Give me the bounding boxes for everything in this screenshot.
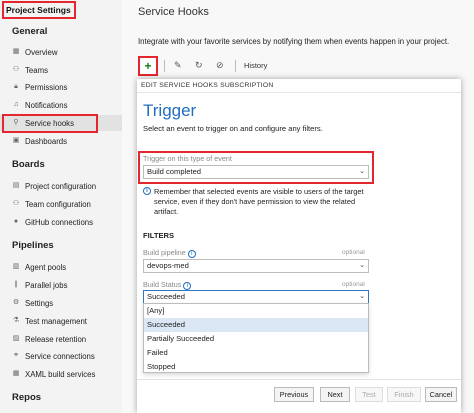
test-button[interactable]: Test bbox=[355, 387, 383, 402]
finish-button[interactable]: Finish bbox=[387, 387, 421, 402]
trigger-label: Trigger on this type of event bbox=[143, 154, 232, 163]
section-heading-boards: Boards bbox=[12, 159, 45, 170]
build-pipeline-optional: optional bbox=[342, 249, 365, 256]
agent-pool-icon: ▥ bbox=[12, 263, 20, 270]
intro-text: Integrate with your favorite services by… bbox=[138, 37, 450, 46]
build-status-option-failed[interactable]: Failed bbox=[144, 346, 368, 360]
info-icon[interactable]: i bbox=[183, 282, 192, 290]
retention-icon: ▨ bbox=[12, 335, 20, 342]
build-pipeline-label: Build pipeline bbox=[143, 248, 186, 257]
build-status-option-succeeded[interactable]: Succeeded bbox=[144, 318, 368, 332]
section-heading-repos: Repos bbox=[12, 392, 42, 403]
sidebar-item-teams[interactable]: ⚇ Teams bbox=[0, 62, 122, 78]
sidebar-item-label: Agent pools bbox=[25, 262, 67, 272]
sidebar-item-label: Parallel jobs bbox=[25, 280, 68, 290]
build-status-label-row: Build Status i bbox=[143, 280, 192, 290]
team-config-icon: ⚇ bbox=[12, 200, 20, 207]
sidebar-item-label: Settings bbox=[25, 298, 54, 308]
sidebar-item-dashboards[interactable]: ▣ Dashboards bbox=[0, 133, 122, 149]
chevron-down-icon: ⌄ bbox=[359, 262, 365, 269]
edit-subscription-dialog: EDIT SERVICE HOOKS SUBSCRIPTION Trigger … bbox=[137, 79, 461, 413]
github-icon: ● bbox=[13, 218, 19, 225]
dialog-title: Trigger bbox=[143, 101, 197, 120]
sidebar-item-label: XAML build services bbox=[25, 369, 96, 379]
build-status-option-any[interactable]: [Any] bbox=[144, 304, 368, 318]
pencil-icon[interactable]: ✎ bbox=[174, 60, 182, 71]
sidebar-item-team-configuration[interactable]: ⚇ Team configuration bbox=[0, 196, 122, 212]
next-button[interactable]: Next bbox=[320, 387, 350, 402]
build-status-value: Succeeded bbox=[147, 292, 185, 301]
sidebar-item-label: Service connections bbox=[25, 351, 95, 361]
build-status-select[interactable]: Succeeded ⌄ bbox=[143, 290, 369, 304]
sidebar-item-label: Release retention bbox=[25, 334, 87, 344]
sidebar-item-label: Team configuration bbox=[25, 199, 91, 209]
chevron-down-icon: ⌄ bbox=[359, 293, 365, 300]
lock-icon: 🔒︎ bbox=[14, 83, 18, 90]
sidebar-item-notifications[interactable]: ♫ Notifications bbox=[0, 97, 122, 113]
sidebar-item-release-retention[interactable]: ▨ Release retention bbox=[0, 331, 122, 347]
dialog-header: EDIT SERVICE HOOKS SUBSCRIPTION bbox=[137, 79, 461, 93]
overview-icon: ▦ bbox=[12, 48, 20, 55]
sidebar-item-parallel-jobs[interactable]: ∥ Parallel jobs bbox=[0, 277, 122, 293]
toolbar-separator bbox=[235, 60, 236, 72]
previous-button[interactable]: Previous bbox=[274, 387, 314, 402]
build-status-label: Build Status bbox=[143, 280, 182, 289]
sidebar-item-label: Dashboards bbox=[25, 136, 68, 146]
visibility-note: Remember that selected events are visibl… bbox=[154, 187, 364, 216]
sidebar-item-settings[interactable]: ⚙ Settings bbox=[0, 295, 122, 311]
sidebar: Project Settings General ▦ Overview ⚇ Team… bbox=[0, 0, 122, 413]
build-status-option-partially-succeeded[interactable]: Partially Succeeded bbox=[144, 332, 368, 346]
chevron-down-icon: ⌄ bbox=[359, 168, 365, 175]
build-status-option-stopped[interactable]: Stopped bbox=[144, 360, 368, 374]
toolbar-separator bbox=[164, 60, 165, 72]
sidebar-item-service-connections[interactable]: ⚭ Service connections bbox=[0, 348, 122, 364]
trigger-event-select[interactable]: Build completed ⌄ bbox=[143, 165, 369, 179]
teams-icon: ⚇ bbox=[12, 66, 20, 73]
build-pipeline-value: devops-med bbox=[147, 261, 189, 270]
stop-icon[interactable]: ⊘ bbox=[216, 60, 224, 71]
service-hooks-highlight bbox=[2, 114, 98, 133]
info-icon: i bbox=[143, 187, 151, 195]
sidebar-item-label: Permissions bbox=[25, 82, 68, 92]
trigger-event-value: Build completed bbox=[147, 167, 202, 176]
connection-icon: ⚭ bbox=[13, 352, 19, 359]
toolbar: + ✎ ↻ ⊘ History bbox=[138, 56, 474, 76]
dashboard-icon: ▣ bbox=[12, 137, 20, 144]
build-pipeline-select[interactable]: devops-med ⌄ bbox=[143, 259, 369, 273]
test-icon: ⚗ bbox=[12, 317, 20, 324]
sidebar-item-label: Overview bbox=[25, 47, 58, 57]
build-pipeline-label-row: Build pipeline i bbox=[143, 248, 196, 258]
sidebar-item-agent-pools[interactable]: ▥ Agent pools bbox=[0, 259, 122, 275]
info-icon[interactable]: i bbox=[187, 250, 196, 258]
filters-heading: FILTERS bbox=[143, 231, 175, 240]
build-status-optional: optional bbox=[342, 281, 365, 288]
dialog-footer: Previous Next Test Finish Cancel bbox=[137, 379, 461, 413]
sidebar-item-label: Test management bbox=[25, 316, 87, 326]
sidebar-item-test-management[interactable]: ⚗ Test management bbox=[0, 313, 122, 329]
sidebar-item-permissions[interactable]: 🔒︎ Permissions bbox=[0, 79, 122, 95]
section-heading-pipelines: Pipelines bbox=[12, 240, 54, 251]
sidebar-item-project-configuration[interactable]: ▤ Project configuration bbox=[0, 178, 122, 194]
page-title: Service Hooks bbox=[138, 6, 209, 18]
parallel-icon: ∥ bbox=[14, 281, 18, 288]
build-status-dropdown: [Any] Succeeded Partially Succeeded Fail… bbox=[143, 303, 369, 373]
sidebar-item-overview[interactable]: ▦ Overview bbox=[0, 44, 122, 60]
settings-doc-icon: ▤ bbox=[12, 182, 20, 189]
gear-icon: ⚙ bbox=[12, 299, 20, 306]
section-heading-general: General bbox=[12, 26, 48, 37]
sidebar-item-label: Teams bbox=[25, 65, 48, 75]
refresh-icon[interactable]: ↻ bbox=[195, 60, 203, 71]
add-subscription-button[interactable]: + bbox=[138, 56, 158, 76]
sidebar-item-label: Notifications bbox=[25, 100, 68, 110]
history-button[interactable]: History bbox=[244, 61, 267, 70]
xaml-icon: ▦ bbox=[12, 370, 20, 377]
sidebar-item-xaml-build-services[interactable]: ▦ XAML build services bbox=[0, 366, 122, 382]
sidebar-item-label: Project configuration bbox=[25, 181, 97, 191]
dialog-subtitle: Select an event to trigger on and config… bbox=[143, 124, 323, 133]
sidebar-item-github-connections[interactable]: ● GitHub connections bbox=[0, 214, 122, 230]
project-settings-title[interactable]: Project Settings bbox=[2, 1, 76, 19]
sidebar-item-label: GitHub connections bbox=[25, 217, 94, 227]
cancel-button[interactable]: Cancel bbox=[425, 387, 457, 402]
bell-icon: ♫ bbox=[13, 101, 19, 108]
